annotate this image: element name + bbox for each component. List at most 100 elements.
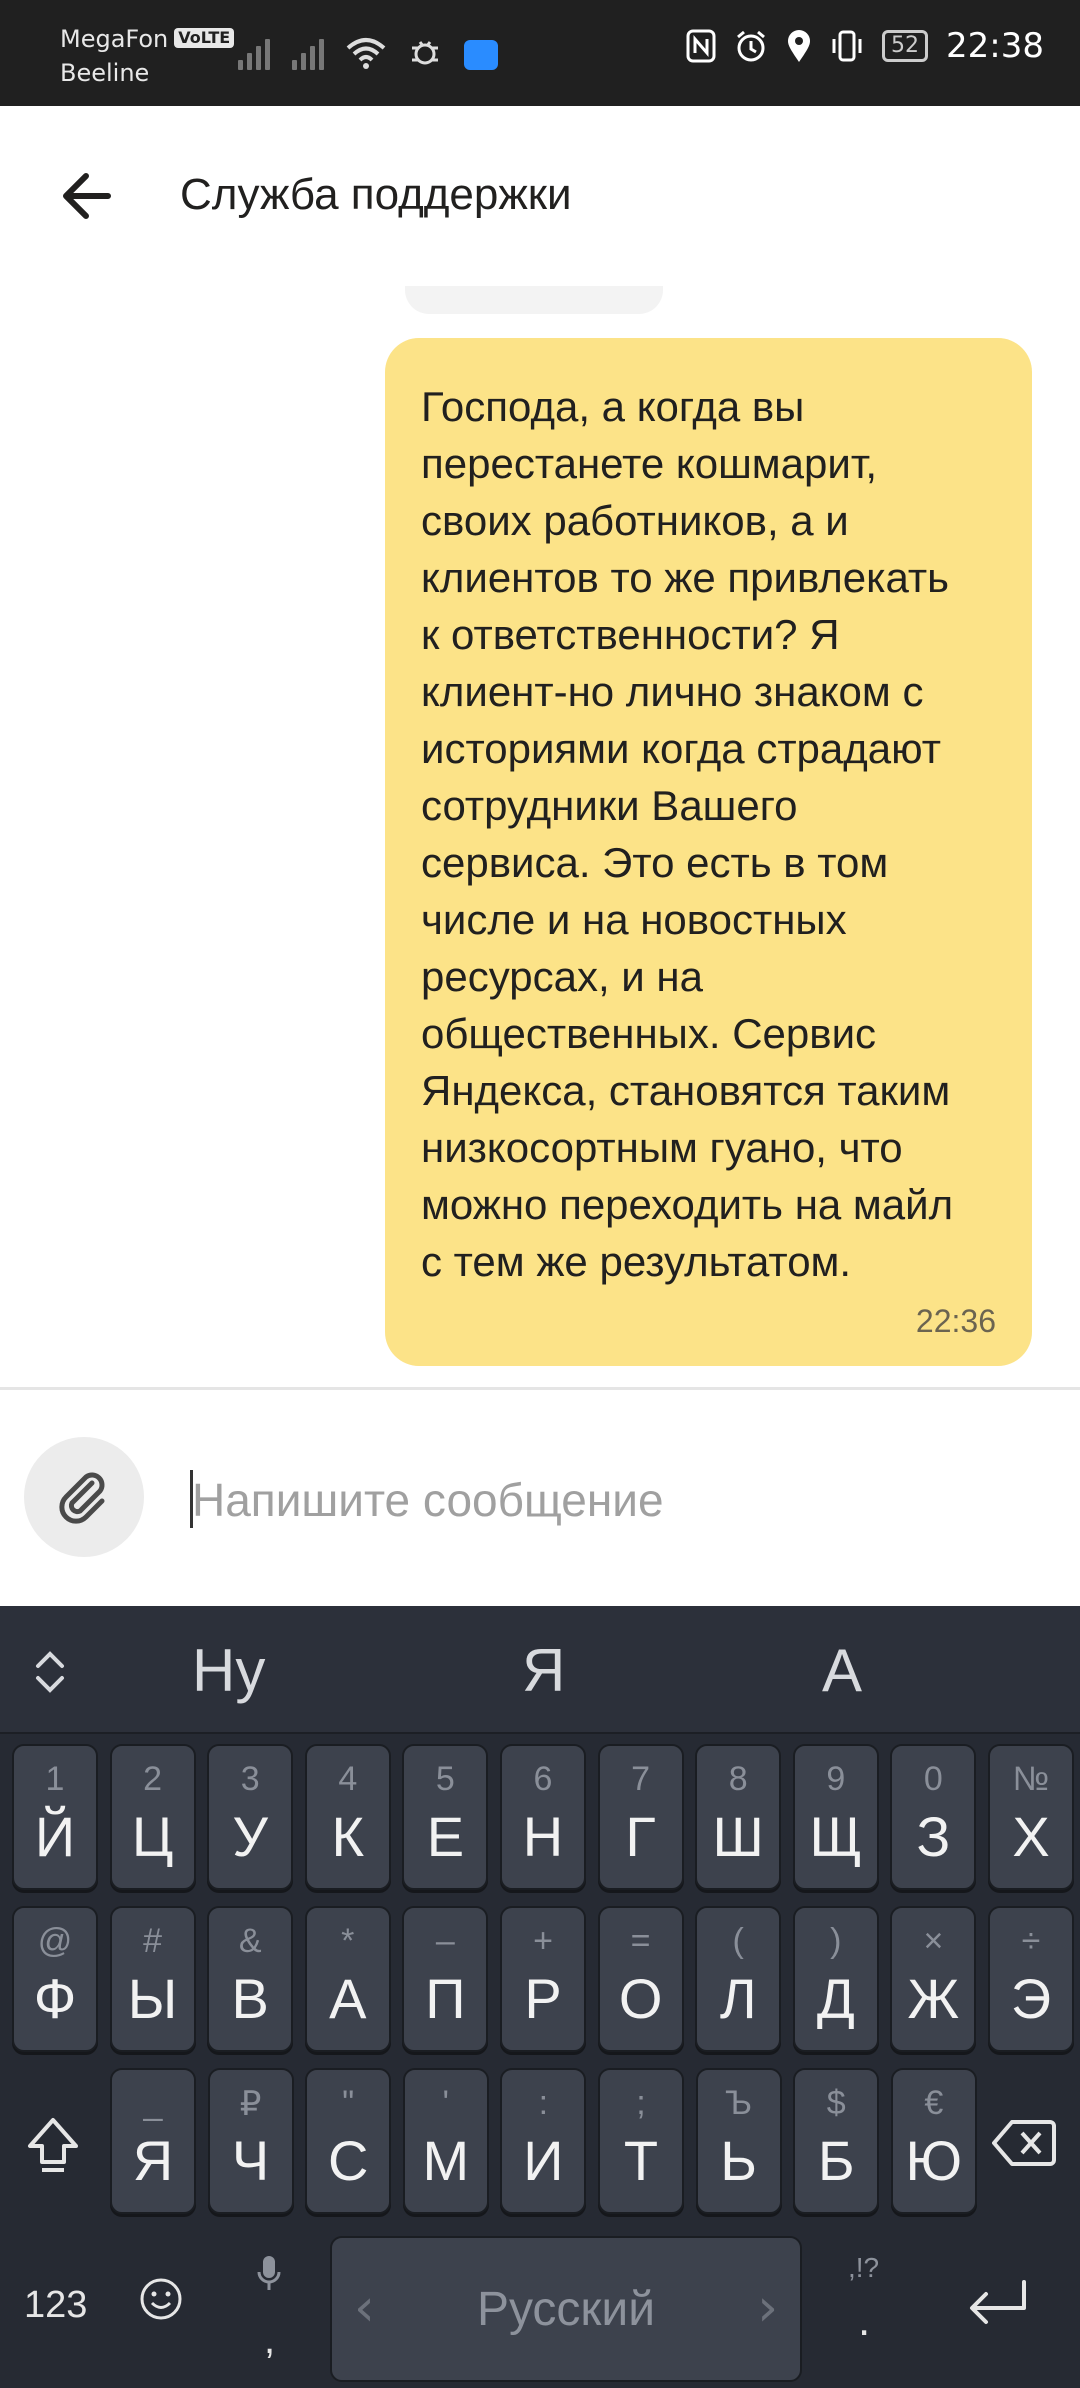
key-label: Ш: [712, 1805, 764, 1868]
suggestion-3[interactable]: А: [822, 1636, 862, 1705]
carrier-info: MegaFon VoLTE Beeline: [60, 22, 235, 90]
key-alt-label: _: [143, 2084, 163, 2122]
key-У[interactable]: 3У: [207, 1744, 294, 1890]
space-key[interactable]: ‹ Русский ›: [330, 2236, 802, 2382]
key-Ь[interactable]: ЪЬ: [695, 2068, 782, 2214]
key-alt-label: 3: [240, 1760, 260, 1798]
key-label: Э: [1010, 1967, 1052, 2030]
key-С[interactable]: " С: [305, 2068, 392, 2214]
cloud-icon: [464, 40, 498, 70]
key-Ы[interactable]: # Ы: [109, 1906, 196, 2052]
key-label: Х: [1012, 1805, 1050, 1868]
key-alt-label: 2: [143, 1760, 163, 1798]
key-alt-label: 1: [45, 1760, 65, 1798]
microphone-icon[interactable]: [256, 2254, 282, 2294]
key-И[interactable]: :И: [500, 2068, 587, 2214]
key-К[interactable]: 4К: [304, 1744, 391, 1890]
key-Ж[interactable]: × Ж: [890, 1906, 977, 2052]
signal-icon: [292, 30, 324, 70]
vibrate-icon: [832, 30, 862, 62]
key-alt-label: ;: [636, 2084, 646, 2122]
message-time: 22:36: [915, 1303, 996, 1339]
key-Н[interactable]: 6Н: [500, 1744, 586, 1890]
key-alt-label: ×: [923, 1922, 944, 1960]
period-key[interactable]: .: [858, 2296, 870, 2346]
key-П[interactable]: – П: [402, 1906, 489, 2052]
key-label: Ч: [231, 2129, 270, 2192]
key-Т[interactable]: ; Т: [598, 2068, 684, 2214]
enter-icon[interactable]: [966, 2278, 1030, 2326]
suggestion-1[interactable]: Ну: [192, 1636, 265, 1705]
key-alt-label: #: [143, 1922, 163, 1960]
bug-icon: [412, 41, 438, 65]
page-title: Служба поддержки: [180, 170, 572, 219]
key-label: И: [523, 2129, 564, 2192]
expand-toggle-icon[interactable]: [30, 1650, 70, 1694]
key-Ц[interactable]: 2Ц: [109, 1744, 196, 1890]
key-label: У: [232, 1805, 268, 1868]
carrier-2: Beeline: [60, 59, 150, 87]
key-Е[interactable]: 5Е: [402, 1744, 489, 1890]
shift-icon[interactable]: [22, 2114, 84, 2176]
key-row-1: 1 Й 2 Ц 3 У 4 К 5 Е 6 Н 7 Г 8 Ш 9 Щ 0 З № Х: [0, 1744, 1080, 1894]
backspace-icon[interactable]: [992, 2118, 1056, 2168]
key-Й[interactable]: 1Й: [12, 1744, 98, 1890]
signal-icon: [238, 30, 270, 70]
text-cursor: [190, 1470, 193, 1528]
punctuation-hint: ,!?: [848, 2252, 880, 2283]
arrow-left-icon[interactable]: [56, 164, 120, 228]
key-Я[interactable]: _ Я: [110, 2068, 196, 2214]
key-Б[interactable]: $ Б: [793, 2068, 880, 2214]
key-Ш[interactable]: 8Ш: [695, 1744, 782, 1890]
suggestion-2[interactable]: Я: [522, 1636, 565, 1705]
carrier-1: MegaFon: [60, 25, 169, 53]
key-Х[interactable]: № Х: [988, 1744, 1074, 1890]
key-Ч[interactable]: ₽ Ч: [207, 2068, 294, 2214]
key-О[interactable]: = О: [597, 1906, 684, 2052]
key-label: Ю: [905, 2129, 963, 2192]
status-left-icons: [238, 30, 498, 70]
message-input[interactable]: [190, 1460, 1050, 1540]
emoji-icon[interactable]: [138, 2276, 184, 2322]
key-alt-label: 5: [435, 1760, 455, 1798]
key-label: Ц: [131, 1805, 174, 1868]
clock: 22:38: [946, 26, 1044, 66]
key-Щ[interactable]: 9Щ: [792, 1744, 879, 1890]
key-Ф[interactable]: @ Ф: [12, 1906, 98, 2052]
comma-key[interactable]: ,: [264, 2318, 275, 2363]
key-Г[interactable]: 7Г: [597, 1744, 684, 1890]
key-label: А: [329, 1967, 367, 2030]
key-label: Н: [522, 1805, 564, 1868]
status-right: 52 22:38: [686, 26, 1044, 66]
key-label: Б: [817, 2129, 855, 2192]
key-alt-label: ₽: [239, 2085, 262, 2123]
key-label: З: [916, 1805, 951, 1868]
key-Ю[interactable]: € Ю: [890, 2068, 977, 2214]
key-Р[interactable]: + Р: [500, 1906, 586, 2052]
key-alt-label: –: [435, 1922, 455, 1960]
key-Д[interactable]: ) Д: [792, 1906, 879, 2052]
key-alt-label: *: [341, 1922, 355, 1960]
attach-button[interactable]: [24, 1437, 144, 1557]
message-text: Господа, а когда вы перестанете кошмарит…: [421, 383, 954, 1285]
divider: [0, 1387, 1080, 1390]
app-header: Служба поддержки: [0, 106, 1080, 286]
key-В[interactable]: & В: [207, 1906, 294, 2052]
key-row-3: _ Я ₽ Ч " С ' М: И; Т Ъ Ь $ Б € Ю: [0, 2068, 1080, 2218]
key-alt-label: (: [732, 1922, 744, 1960]
key-alt-label: ÷: [1021, 1922, 1041, 1960]
suggestion-bar: Ну Я А: [0, 1606, 1080, 1734]
key-Э[interactable]: ÷ Э: [988, 1906, 1074, 2052]
key-alt-label: €: [924, 2084, 944, 2122]
key-label: Й: [34, 1805, 76, 1868]
key-Л[interactable]: (Л: [695, 1906, 782, 2052]
key-label: М: [422, 2129, 470, 2192]
wifi-icon: [346, 38, 386, 69]
key-label: Ы: [127, 1967, 178, 2030]
key-А[interactable]: * А: [304, 1906, 391, 2052]
previous-message-bubble: [405, 286, 663, 314]
numbers-key[interactable]: 123: [24, 2284, 87, 2327]
outgoing-message[interactable]: Господа, а когда вы перестанете кошмарит…: [385, 338, 1032, 1366]
key-М[interactable]: ' М: [402, 2068, 489, 2214]
key-З[interactable]: 0З: [890, 1744, 977, 1890]
